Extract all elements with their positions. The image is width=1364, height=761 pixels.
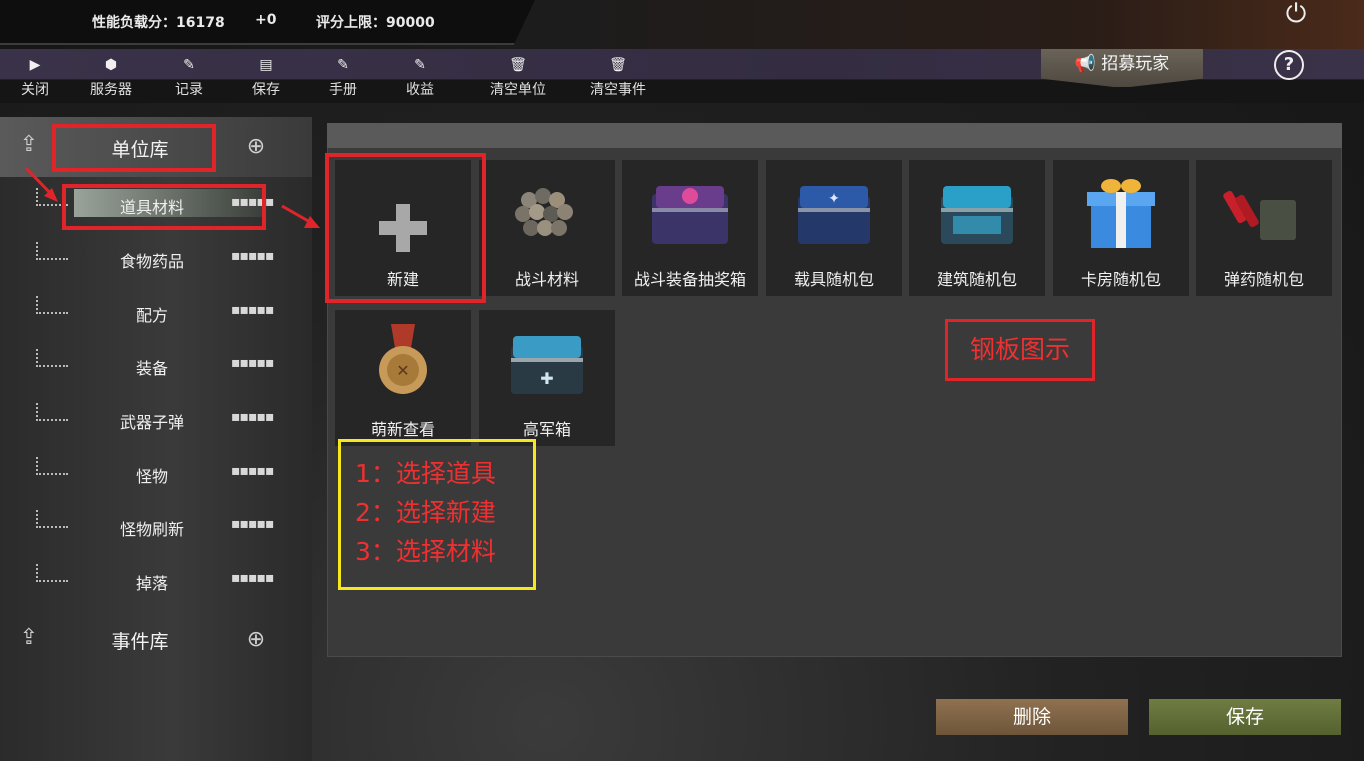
edit-icon: ✎ — [183, 57, 195, 73]
record-button[interactable]: ✎ 记录 — [166, 54, 212, 102]
annotation-category-box — [62, 184, 266, 230]
manual-button[interactable]: ✎ 手册 — [320, 54, 366, 102]
lootbox-purple-icon — [652, 186, 728, 244]
save-toolbar-button[interactable]: ▤ 保存 — [243, 54, 289, 102]
power-icon[interactable]: ⏻ — [1279, 0, 1313, 28]
trash-icon: 🗑 — [509, 57, 527, 73]
clear-events-button[interactable]: 🗑 清空事件 — [583, 54, 653, 102]
category-item-recipes[interactable]: 配方 ▪▪▪▪▪ — [0, 294, 312, 330]
drag-handle-icon[interactable]: ▪▪▪▪▪ — [231, 355, 274, 371]
drag-handle-icon[interactable]: ▪▪▪▪▪ — [231, 302, 274, 318]
tile-ammo-random-pack[interactable]: 弹药随机包 — [1196, 160, 1332, 296]
cube-icon: ⬢ — [104, 57, 118, 73]
add-folder-icon[interactable]: ⊕ — [243, 134, 269, 160]
stones-icon — [515, 188, 573, 236]
event-library-title[interactable]: 事件库 — [60, 627, 220, 654]
panel-header — [327, 123, 1342, 148]
tile-vehicle-random-pack[interactable]: ✦ 载具随机包 — [766, 160, 902, 296]
tile-card-room-random-pack[interactable]: 卡房随机包 — [1053, 160, 1189, 296]
close-button[interactable]: ▶ 关闭 — [12, 54, 58, 102]
category-item-weapons-ammo[interactable]: 武器子弹 ▪▪▪▪▪ — [0, 401, 312, 437]
tree-connector — [36, 564, 68, 582]
export-icon[interactable]: ⇪ — [16, 625, 42, 651]
tile-combat-materials[interactable]: 战斗材料 — [479, 160, 615, 296]
score-limit-label: 评分上限：90000 — [316, 15, 435, 31]
lootbox-cyan-icon — [941, 186, 1013, 244]
category-item-monster-spawn[interactable]: 怪物刷新 ▪▪▪▪▪ — [0, 508, 312, 544]
svg-text:✚: ✚ — [540, 369, 553, 388]
tree-connector — [36, 403, 68, 421]
edit-icon: ✎ — [414, 57, 426, 73]
tile-newbie-view[interactable]: ✕ 萌新查看 — [335, 310, 471, 446]
help-icon[interactable]: ? — [1274, 50, 1304, 80]
lootbox-teal-icon: ✚ — [511, 336, 583, 394]
gift-box-icon — [1087, 179, 1155, 248]
clear-units-button[interactable]: 🗑 清空单位 — [483, 54, 553, 102]
category-item-monsters[interactable]: 怪物 ▪▪▪▪▪ — [0, 455, 312, 491]
tile-senior-military-box[interactable]: ✚ 高军箱 — [479, 310, 615, 446]
recruit-players-button[interactable]: 📢 招募玩家 — [1041, 49, 1203, 87]
drag-handle-icon[interactable]: ▪▪▪▪▪ — [231, 409, 274, 425]
svg-text:✦: ✦ — [828, 191, 840, 207]
category-item-food-medicine[interactable]: 食物药品 ▪▪▪▪▪ — [0, 240, 312, 276]
drag-handle-icon[interactable]: ▪▪▪▪▪ — [231, 463, 274, 479]
floppy-icon: ▤ — [259, 57, 273, 73]
step-2-text: 2：选择新建 — [355, 498, 496, 527]
category-item-drops[interactable]: 掉落 ▪▪▪▪▪ — [0, 562, 312, 598]
drag-handle-icon[interactable]: ▪▪▪▪▪ — [231, 516, 274, 532]
drag-handle-icon[interactable]: ▪▪▪▪▪ — [231, 570, 274, 586]
annotation-unit-library-box — [52, 124, 216, 172]
server-button[interactable]: ⬢ 服务器 — [82, 54, 140, 102]
step-3-text: 3：选择材料 — [355, 537, 496, 566]
medal-icon: ✕ — [379, 324, 427, 394]
steel-plate-note: 钢板图示 — [945, 319, 1095, 381]
tree-connector — [36, 296, 68, 314]
save-button[interactable]: 保存 — [1149, 699, 1341, 735]
tile-building-random-pack[interactable]: 建筑随机包 — [909, 160, 1045, 296]
export-icon[interactable]: ⇪ — [16, 132, 42, 158]
delete-button[interactable]: 删除 — [936, 699, 1128, 735]
performance-delta: +0 — [255, 12, 277, 28]
drag-handle-icon[interactable]: ▪▪▪▪▪ — [231, 248, 274, 264]
megaphone-icon: 📢 — [1074, 54, 1096, 74]
steps-note: 1：选择道具 2：选择新建 3：选择材料 — [338, 439, 536, 590]
play-icon: ▶ — [29, 57, 41, 73]
svg-text:✕: ✕ — [396, 361, 409, 380]
tree-connector — [36, 510, 68, 528]
trash-icon: 🗑 — [609, 57, 627, 73]
lootbox-blue-icon: ✦ — [798, 186, 870, 244]
ammo-crate-icon — [1223, 190, 1296, 240]
category-item-equipment[interactable]: 装备 ▪▪▪▪▪ — [0, 347, 312, 383]
step-1-text: 1：选择道具 — [355, 459, 496, 488]
income-button[interactable]: ✎ 收益 — [397, 54, 443, 102]
tile-combat-gear-lootbox[interactable]: 战斗装备抽奖箱 — [622, 160, 758, 296]
performance-load-label: 性能负载分：16178 — [92, 15, 225, 31]
tree-connector — [36, 457, 68, 475]
annotation-new-tile-box — [325, 153, 486, 303]
tree-connector — [36, 242, 68, 260]
tree-connector — [36, 349, 68, 367]
edit-icon: ✎ — [337, 57, 349, 73]
add-folder-icon[interactable]: ⊕ — [243, 627, 269, 653]
